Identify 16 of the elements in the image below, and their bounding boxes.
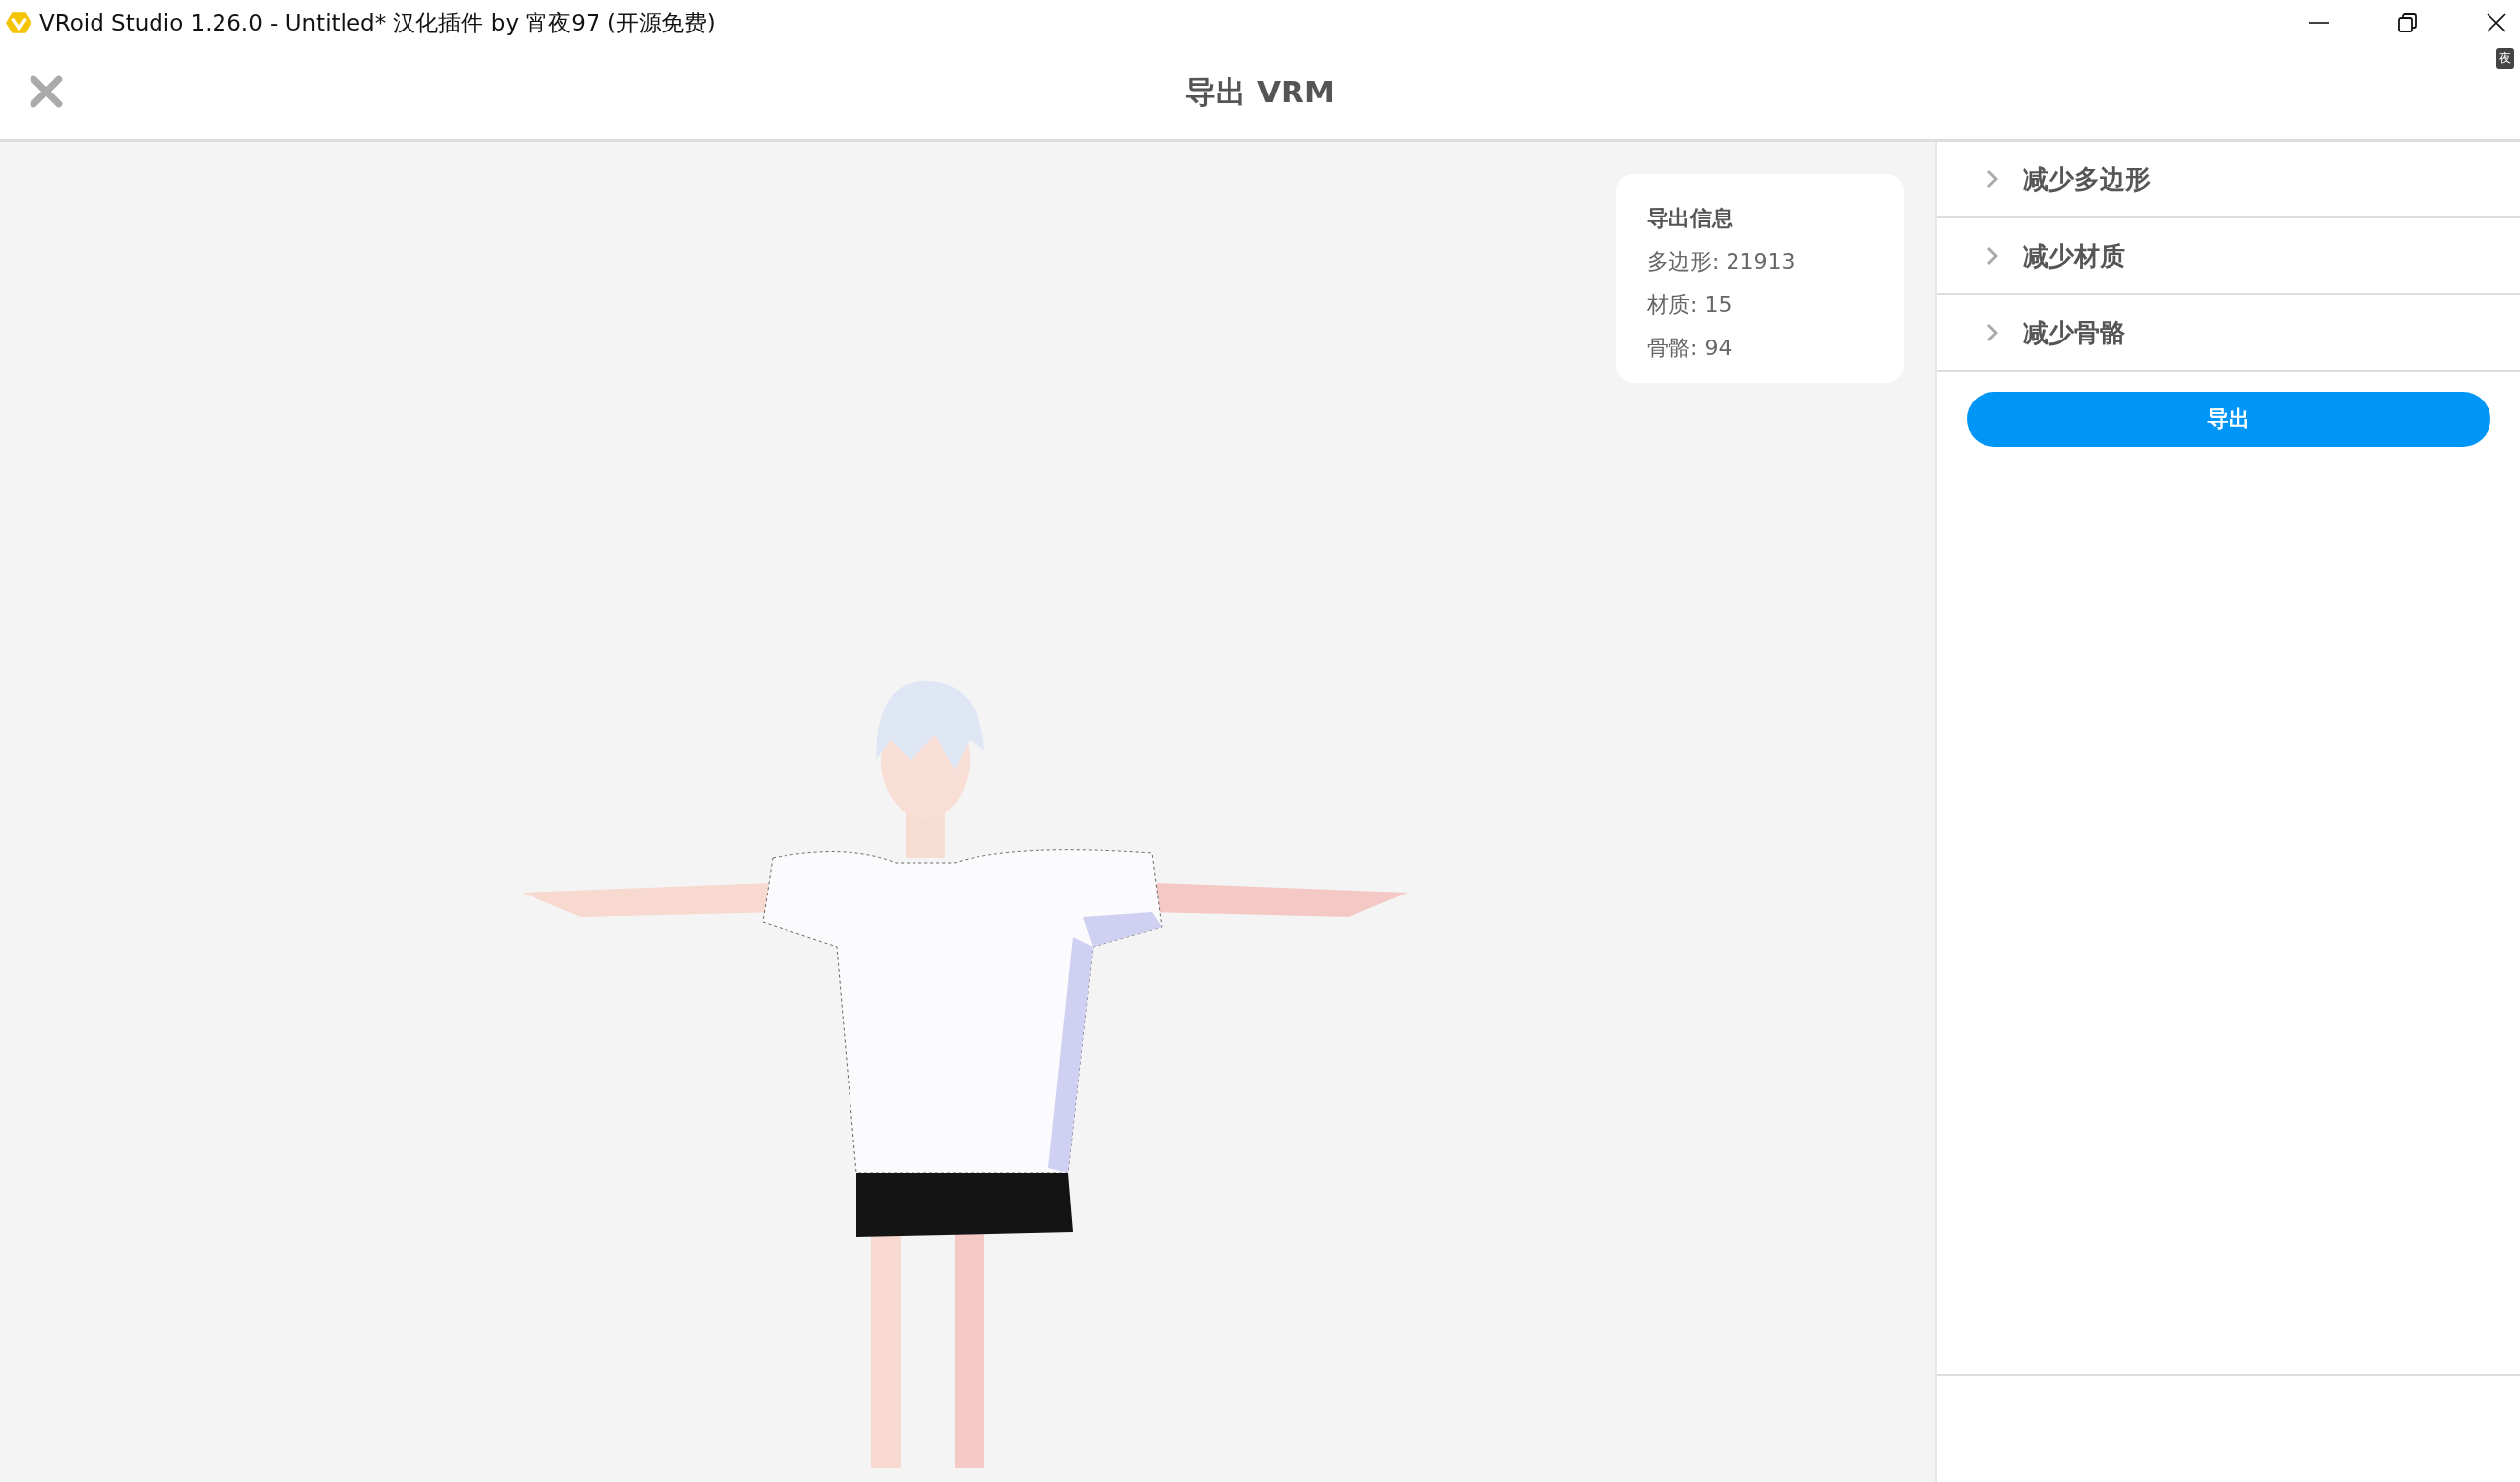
chevron-icon [1986, 169, 1998, 189]
app-logo-icon [6, 10, 32, 35]
info-line: 骨骼: 94 [1647, 335, 1733, 362]
accordion-item[interactable]: 减少骨骼 [1937, 295, 2520, 372]
close-icon[interactable] [2487, 13, 2506, 32]
page-title: 导出 VRM [1185, 72, 1335, 111]
info-title: 导出信息 [1647, 205, 1734, 232]
night-badge[interactable]: 夜 [2496, 48, 2514, 69]
chevron-icon [1986, 323, 1998, 342]
info-line: 多边形: 21913 [1647, 248, 1796, 276]
window-title: VRoid Studio 1.26.0 - Untitled* 汉化插件 by 宵夜97 (开源免费) [39, 8, 716, 37]
accordion-item[interactable]: 减少多边形 [1937, 142, 2520, 218]
info-line: 材质: 15 [1647, 291, 1733, 319]
chevron-icon [1986, 246, 1998, 266]
restore-icon[interactable] [2398, 13, 2418, 32]
accordion-item[interactable]: 减少材质 [1937, 218, 2520, 295]
